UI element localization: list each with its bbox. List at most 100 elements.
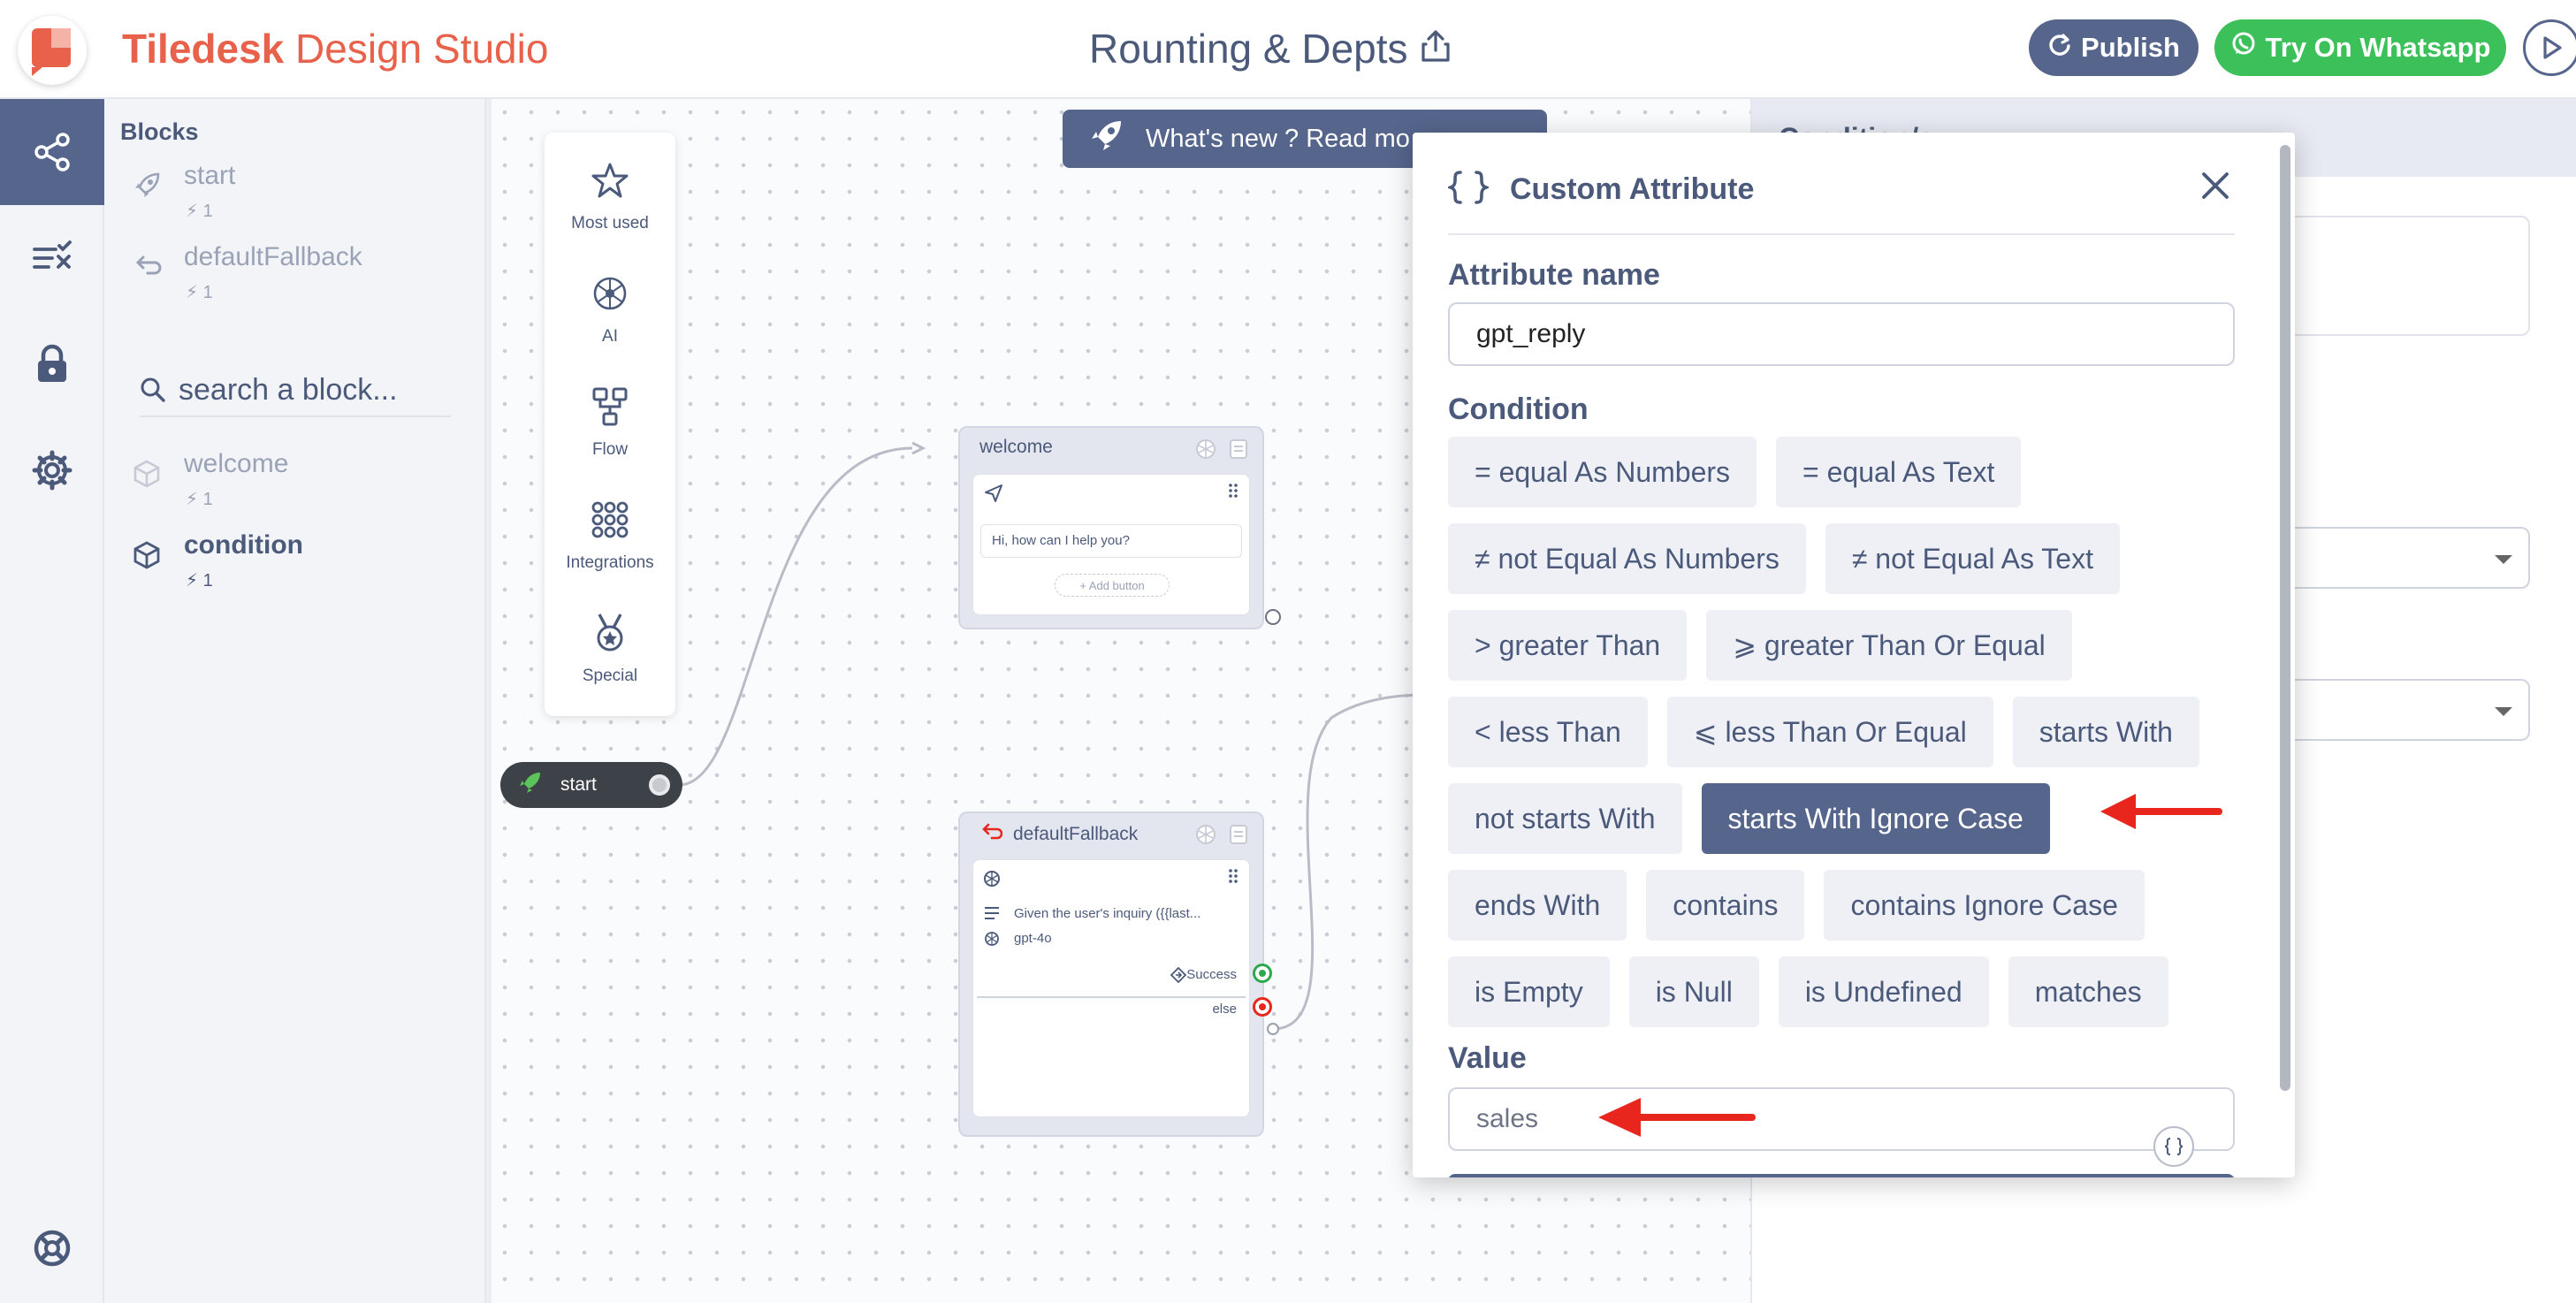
annotation-arrow-condition	[2100, 794, 2222, 829]
block-name: condition	[184, 530, 303, 560]
cube-icon	[131, 458, 163, 490]
welcome-message-bubble[interactable]: Hi, how can I help you?	[980, 524, 1242, 558]
text-lines-icon	[984, 906, 1000, 925]
success-connector[interactable]	[1253, 964, 1272, 983]
else-connector[interactable]	[1253, 997, 1272, 1017]
condition-chip-less-than[interactable]: < less Than	[1448, 697, 1648, 767]
rail-item-settings[interactable]	[0, 417, 104, 523]
lock-icon	[38, 344, 66, 382]
node-action-card[interactable]: Given the user's inquiry ({{last... gpt-…	[972, 859, 1250, 1117]
curly-braces-icon	[1445, 170, 1491, 210]
tiledesk-logo[interactable]	[18, 16, 87, 85]
search-icon	[141, 377, 165, 402]
palette-label: Most used	[571, 214, 649, 232]
ai-brain-icon[interactable]	[1195, 438, 1216, 464]
condition-chip-is-null[interactable]: is Null	[1628, 956, 1759, 1027]
condition-chip-contains[interactable]: contains	[1646, 870, 1805, 941]
lifebuoy-icon	[34, 1230, 71, 1267]
condition-chip-contains-ignore-case[interactable]: contains Ignore Case	[1824, 870, 2145, 941]
test-play-button[interactable]	[2523, 19, 2576, 76]
close-button[interactable]	[2194, 164, 2237, 207]
default-fallback-node[interactable]: defaultFallback Given the user's inquiry…	[958, 812, 1272, 1137]
success-branch-icon	[1170, 966, 1187, 988]
share-export-icon[interactable]	[1421, 25, 1451, 72]
rules-list-icon	[33, 240, 72, 269]
star-icon	[591, 156, 629, 205]
block-palette: Most used AI Flow Integrations Special	[545, 133, 675, 716]
start-node-connector[interactable]	[649, 774, 670, 796]
drag-handle-icon[interactable]	[1228, 867, 1238, 889]
condition-chip-starts-with-ignore-case[interactable]: starts With Ignore Case	[1701, 783, 2050, 854]
condition-chip-matches[interactable]: matches	[2008, 956, 2168, 1027]
annotation-arrow-value	[1598, 1098, 1756, 1137]
condition-chip-equal-as-numbers[interactable]: = equal As Numbers	[1448, 437, 1757, 507]
condition-chip-starts-with[interactable]: starts With	[2012, 697, 2199, 767]
condition-row: ≠ not Equal As Numbers ≠ not Equal As Te…	[1448, 523, 2120, 594]
palette-item-special[interactable]: Special	[545, 608, 675, 714]
start-node[interactable]: start	[500, 762, 682, 808]
value-input[interactable]	[1448, 1087, 2235, 1151]
node-action-card[interactable]: Hi, how can I help you? + Add button	[972, 474, 1250, 615]
node-actions	[1195, 824, 1248, 850]
condition-chip-not-starts-with[interactable]: not starts With	[1448, 783, 1682, 854]
ai-brain-icon[interactable]	[1195, 824, 1216, 850]
dialog-scrollbar[interactable]	[2277, 136, 2291, 1174]
search-block-input[interactable]	[179, 368, 444, 412]
condition-chip-is-undefined[interactable]: is Undefined	[1778, 956, 1989, 1027]
close-icon	[2202, 172, 2229, 199]
top-header: Tiledesk Design Studio Rounting & Depts …	[0, 0, 2576, 99]
prompt-preview: Given the user's inquiry ({{last...	[1014, 906, 1201, 921]
rail-item-secrets[interactable]	[0, 311, 104, 417]
condition-chip-not-equal-as-text[interactable]: ≠ not Equal As Text	[1825, 523, 2120, 594]
openai-icon	[982, 869, 1002, 893]
condition-chip-is-empty[interactable]: is Empty	[1448, 956, 1610, 1027]
logo-icon	[32, 28, 71, 76]
dialog-title: Custom Attribute	[1510, 171, 1755, 206]
flow-title[interactable]: Rounting & Depts	[1089, 25, 1408, 72]
undo-icon	[131, 251, 163, 283]
node-actions	[1195, 438, 1248, 464]
palette-label: AI	[602, 327, 618, 346]
condition-chip-ends-with[interactable]: ends With	[1448, 870, 1627, 941]
drag-handle-icon[interactable]	[1228, 482, 1238, 504]
block-count-value: 1	[202, 202, 213, 221]
rail-item-help[interactable]	[0, 1195, 104, 1301]
refresh-icon	[2047, 32, 2072, 64]
ai-brain-icon	[588, 269, 632, 318]
palette-item-flow[interactable]: Flow	[545, 382, 675, 488]
welcome-node[interactable]: welcome Hi, how can I help you? + Add bu…	[958, 426, 1264, 629]
block-count-value: 1	[202, 283, 213, 302]
undo-icon	[979, 822, 1003, 847]
block-usage-count: ⚡ 1	[186, 571, 213, 591]
add-button-link[interactable]: + Add button	[1055, 574, 1170, 597]
publish-button[interactable]: Publish	[2029, 19, 2199, 76]
custom-attribute-dialog: Custom Attribute Attribute name Conditio…	[1413, 133, 2295, 1177]
block-list-item-condition[interactable]: condition ⚡ 1	[131, 530, 467, 601]
condition-chip-not-equal-as-numbers[interactable]: ≠ not Equal As Numbers	[1448, 523, 1806, 594]
save-button-edge[interactable]	[1448, 1174, 2235, 1177]
condition-chip-greater-than-or-equal[interactable]: ⩾ greater Than Or Equal	[1706, 610, 2072, 681]
rail-item-rules[interactable]	[0, 205, 104, 311]
palette-item-ai[interactable]: AI	[545, 269, 675, 375]
condition-row: > greater Than ⩾ greater Than Or Equal	[1448, 610, 2072, 681]
start-node-label: start	[560, 774, 597, 795]
note-icon[interactable]	[1229, 824, 1248, 850]
condition-chip-less-than-or-equal[interactable]: ⩽ less Than Or Equal	[1666, 697, 1993, 767]
condition-chip-equal-as-text[interactable]: = equal As Text	[1776, 437, 2022, 507]
blocks-heading: Blocks	[120, 118, 199, 145]
attribute-name-input[interactable]	[1448, 302, 2235, 366]
palette-item-integrations[interactable]: Integrations	[545, 495, 675, 601]
palette-item-most-used[interactable]: Most used	[545, 156, 675, 262]
dialog-title-row: Custom Attribute	[1445, 164, 2235, 214]
else-branch-label: else	[1212, 1002, 1237, 1017]
insert-variable-button[interactable]	[2153, 1126, 2194, 1167]
block-list-item-start[interactable]: start ⚡ 1	[131, 161, 467, 232]
condition-chip-greater-than[interactable]: > greater Than	[1448, 610, 1688, 681]
condition-row: not starts With starts With Ignore Case	[1448, 783, 2050, 854]
rail-item-flow[interactable]	[0, 99, 104, 205]
note-icon[interactable]	[1229, 438, 1248, 464]
try-on-whatsapp-button[interactable]: Try On Whatsapp	[2214, 19, 2506, 76]
scrollbar-thumb[interactable]	[2280, 145, 2290, 1091]
block-list-item-defaultfallback[interactable]: defaultFallback ⚡ 1	[131, 242, 467, 313]
block-list-item-welcome[interactable]: welcome ⚡ 1	[131, 449, 467, 520]
